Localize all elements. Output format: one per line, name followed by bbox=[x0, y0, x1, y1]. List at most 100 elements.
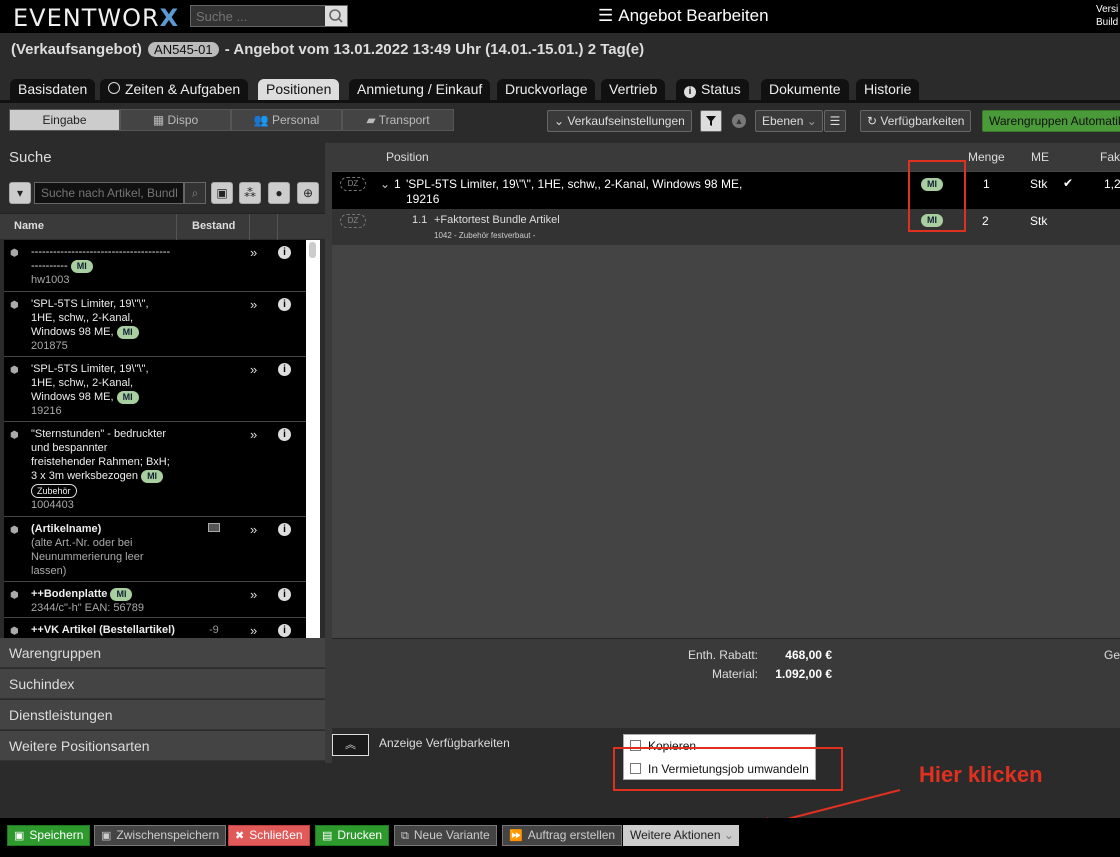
save-icon: ▣ bbox=[101, 830, 112, 842]
double-chevron-right-icon[interactable]: » bbox=[250, 587, 257, 602]
button-label: Weitere Aktionen bbox=[630, 828, 721, 842]
verkaufseinstellungen-button[interactable]: ⌄ Verkaufseinstellungen bbox=[547, 110, 692, 132]
filter-button[interactable] bbox=[700, 110, 722, 132]
article-search-button[interactable]: ⌕ bbox=[184, 182, 206, 204]
scrollbar-thumb[interactable] bbox=[309, 242, 316, 258]
item-line: "Sternstunden" - bedruckter bbox=[31, 428, 166, 440]
logo: EVENTWORX bbox=[13, 4, 179, 32]
info-icon[interactable]: i bbox=[278, 363, 291, 376]
material-label: Material: bbox=[711, 667, 758, 681]
cube-icon: ⬢ bbox=[10, 248, 19, 259]
rabatt-label: Enth. Rabatt: bbox=[687, 648, 758, 662]
segment-eingabe[interactable]: Eingabe bbox=[9, 109, 120, 131]
item-name: "Sternstunden" - bedruckter und bespannt… bbox=[31, 427, 201, 512]
info-icon[interactable]: i bbox=[278, 246, 291, 259]
weitere-aktionen-button[interactable]: Weitere Aktionen ⌄ bbox=[623, 825, 739, 846]
accordion-weitere-positionsarten[interactable]: Weitere Positionsarten bbox=[0, 731, 325, 761]
button-label: Schließen bbox=[249, 828, 303, 842]
list-item[interactable]: ⬢ ++VK Artikel (Bestellartikel) -9 » i bbox=[4, 618, 306, 638]
global-search-input[interactable] bbox=[191, 6, 325, 26]
search-button[interactable] bbox=[325, 6, 347, 26]
tab-label: Anmietung / Einkauf bbox=[357, 81, 483, 97]
item-number: 1004403 bbox=[31, 499, 74, 511]
double-chevron-right-icon[interactable]: » bbox=[250, 362, 257, 377]
double-chevron-right-icon[interactable]: » bbox=[250, 427, 257, 442]
accordion-warengruppen[interactable]: Warengruppen bbox=[0, 638, 325, 668]
zoom-search-button[interactable]: ⊕ bbox=[297, 182, 319, 204]
segment-dispo[interactable]: ▦ Dispo bbox=[120, 109, 231, 131]
filter-bundles-button[interactable]: ⁂ bbox=[239, 182, 261, 204]
tab-vertrieb[interactable]: Vertrieb bbox=[601, 79, 666, 101]
double-chevron-right-icon[interactable]: » bbox=[250, 623, 257, 638]
verfuegbarkeiten-button[interactable]: ↻ Verfügbarkeiten bbox=[860, 110, 972, 132]
list-item[interactable]: ⬢ --------------------------------------… bbox=[4, 240, 306, 292]
tab-status[interactable]: i Status bbox=[676, 79, 749, 101]
double-chevron-right-icon[interactable]: » bbox=[250, 297, 257, 312]
tab-label: Historie bbox=[864, 81, 912, 97]
dz-badge: DZ bbox=[340, 177, 366, 191]
list-item[interactable]: ⬢ "Sternstunden" - bedruckter und bespan… bbox=[4, 422, 306, 517]
list-icon: ☰ bbox=[829, 114, 841, 128]
item-number: hw1003 bbox=[31, 274, 70, 286]
segment-transport[interactable]: ▰ Transport bbox=[342, 109, 454, 131]
dropdown-toggle[interactable]: ▾ bbox=[9, 182, 31, 204]
info-icon[interactable]: i bbox=[278, 624, 291, 637]
tab-druckvorlage[interactable]: Druckvorlage bbox=[497, 79, 596, 101]
toolbar: Eingabe ▦ Dispo 👥 Personal ▰ Transport ⌄… bbox=[0, 103, 1120, 141]
tab-zeiten-aufgaben[interactable]: Zeiten & Aufgaben bbox=[100, 79, 249, 101]
info-icon[interactable]: i bbox=[278, 428, 291, 441]
tab-basisdaten[interactable]: Basisdaten bbox=[10, 79, 96, 101]
double-chevron-up-icon: ︽ bbox=[345, 739, 356, 751]
speichern-button[interactable]: ▣ Speichern bbox=[7, 825, 91, 846]
collapse-up-button[interactable]: ▲ bbox=[728, 110, 750, 132]
list-view-button[interactable]: ☰ bbox=[824, 110, 846, 132]
list-item[interactable]: ⬢ (Artikelname) (alte Art.-Nr. oder bei … bbox=[4, 517, 306, 582]
list-scrollbar[interactable] bbox=[306, 240, 320, 638]
cube-icon: ⬢ bbox=[10, 525, 19, 536]
col-fak: Fak bbox=[1100, 150, 1120, 164]
document-header: (Verkaufsangebot) AN545-01 - Angebot vom… bbox=[11, 41, 644, 58]
double-chevron-right-icon[interactable]: » bbox=[250, 245, 257, 260]
filter-icon bbox=[706, 116, 716, 126]
expand-availability-button[interactable]: ︽ bbox=[332, 734, 369, 756]
info-icon[interactable]: i bbox=[278, 588, 291, 601]
position-row[interactable]: DZ 1.1 +Faktortest Bundle Artikel 1042 -… bbox=[332, 209, 1120, 245]
tab-dokumente[interactable]: Dokumente bbox=[761, 79, 849, 101]
schliessen-button[interactable]: ✖ Schließen bbox=[228, 825, 310, 846]
warengruppen-automatik-button[interactable]: Warengruppen Automatik bbox=[982, 110, 1120, 132]
box-icon: ▣ bbox=[216, 186, 228, 200]
position-row[interactable]: DZ ⌄ 1 'SPL-5TS Limiter, 19\"\", 1HE, sc… bbox=[332, 172, 1120, 209]
neue-variante-button[interactable]: ⧉ Neue Variante bbox=[394, 825, 497, 846]
filter-articles-button[interactable]: ▣ bbox=[211, 182, 233, 204]
list-item[interactable]: ⬢ 'SPL-5TS Limiter, 19\"\", 1HE, schw,, … bbox=[4, 292, 306, 357]
accordion-suchindex[interactable]: Suchindex bbox=[0, 669, 325, 699]
accordion-label: Dienstleistungen bbox=[9, 707, 113, 723]
info-icon[interactable]: i bbox=[278, 298, 291, 311]
tab-anmietung-einkauf[interactable]: Anmietung / Einkauf bbox=[349, 79, 491, 101]
col-position: Position bbox=[386, 150, 429, 164]
ebenen-dropdown[interactable]: Ebenen ⌄ bbox=[755, 110, 823, 132]
tab-label: Status bbox=[701, 81, 741, 97]
chevron-down-icon[interactable]: ⌄ bbox=[380, 177, 390, 191]
article-search-input[interactable] bbox=[34, 182, 184, 204]
item-line: lassen) bbox=[31, 565, 67, 577]
zwischenspeichern-button[interactable]: ▣ Zwischenspeichern bbox=[94, 825, 227, 846]
tab-positionen[interactable]: Positionen bbox=[258, 79, 340, 101]
drucken-button[interactable]: ▤ Drucken bbox=[315, 825, 390, 846]
info-icon[interactable]: i bbox=[278, 523, 291, 536]
auftrag-erstellen-button[interactable]: ⏩ Auftrag erstellen bbox=[502, 825, 623, 846]
button-label: Zwischenspeichern bbox=[116, 828, 220, 842]
double-chevron-right-icon[interactable]: » bbox=[250, 522, 257, 537]
list-item[interactable]: ⬢ ++Bodenplatte MI 2344/c"-h" EAN: 56789… bbox=[4, 582, 306, 618]
filter-persons-button[interactable]: ● bbox=[268, 182, 290, 204]
segment-label: Eingabe bbox=[42, 113, 87, 127]
segment-personal[interactable]: 👥 Personal bbox=[231, 109, 342, 131]
accordion-dienstleistungen[interactable]: Dienstleistungen bbox=[0, 700, 325, 730]
build-line: Build bbox=[1096, 17, 1119, 28]
tab-historie[interactable]: Historie bbox=[856, 79, 920, 101]
panel-splitter[interactable] bbox=[325, 143, 332, 763]
col-me: ME bbox=[1031, 150, 1049, 164]
list-icon: ☰ bbox=[598, 6, 614, 25]
list-item[interactable]: ⬢ 'SPL-5TS Limiter, 19\"\", 1HE, schw,, … bbox=[4, 357, 306, 422]
tab-label: Positionen bbox=[266, 81, 332, 97]
